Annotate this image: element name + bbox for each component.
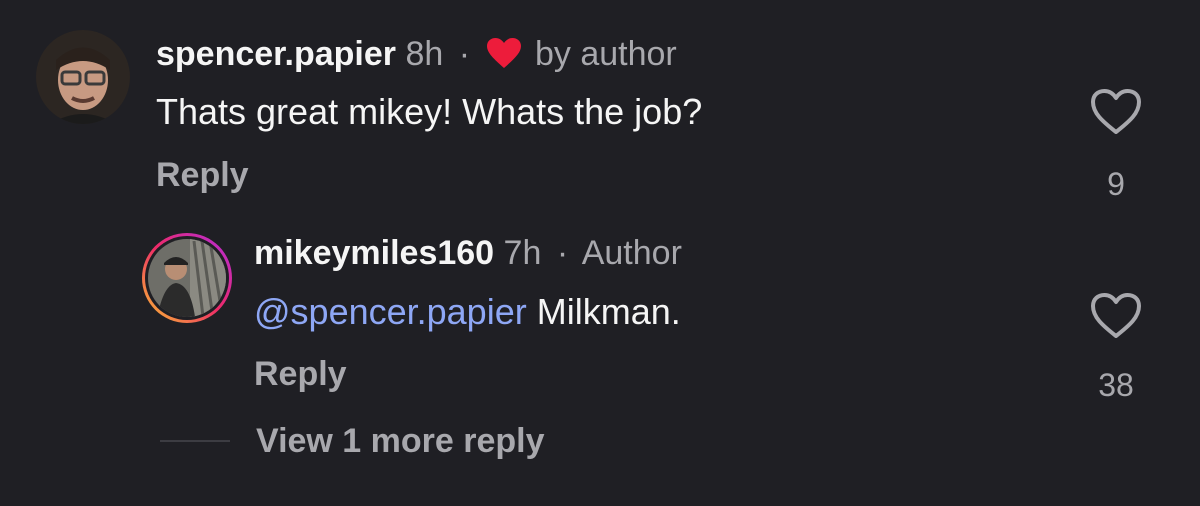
reply-button[interactable]: Reply bbox=[156, 155, 249, 195]
mention-link[interactable]: @spencer.papier bbox=[254, 291, 527, 332]
username[interactable]: spencer.papier bbox=[156, 35, 396, 73]
comment-body: Milkman. bbox=[536, 291, 681, 332]
view-more-replies-button[interactable]: View 1 more reply bbox=[256, 421, 545, 461]
comment-meta: spencer.papier 8h · by author bbox=[156, 34, 677, 78]
heart-filled-icon bbox=[486, 37, 522, 78]
comment-meta: mikeymiles160 7h · Author bbox=[254, 233, 682, 273]
avatar[interactable] bbox=[140, 231, 234, 325]
timestamp: 8h bbox=[405, 35, 444, 73]
timestamp: 7h bbox=[503, 234, 542, 272]
comment-text: @spencer.papier Milkman. bbox=[254, 290, 681, 334]
reply-button[interactable]: Reply bbox=[254, 354, 347, 394]
like-heart-icon[interactable] bbox=[1090, 88, 1142, 136]
comment-text: Thats great mikey! Whats the job? bbox=[156, 91, 703, 132]
username[interactable]: mikeymiles160 bbox=[254, 234, 494, 272]
separator: · bbox=[556, 234, 569, 272]
like-count: 38 bbox=[1098, 367, 1134, 403]
thread-divider bbox=[160, 440, 230, 442]
avatar[interactable] bbox=[36, 30, 130, 124]
author-label: Author bbox=[581, 234, 682, 272]
like-count: 9 bbox=[1107, 166, 1125, 202]
separator: · bbox=[458, 35, 471, 73]
liked-by-author-label: by author bbox=[534, 35, 677, 73]
like-heart-icon[interactable] bbox=[1090, 292, 1142, 340]
